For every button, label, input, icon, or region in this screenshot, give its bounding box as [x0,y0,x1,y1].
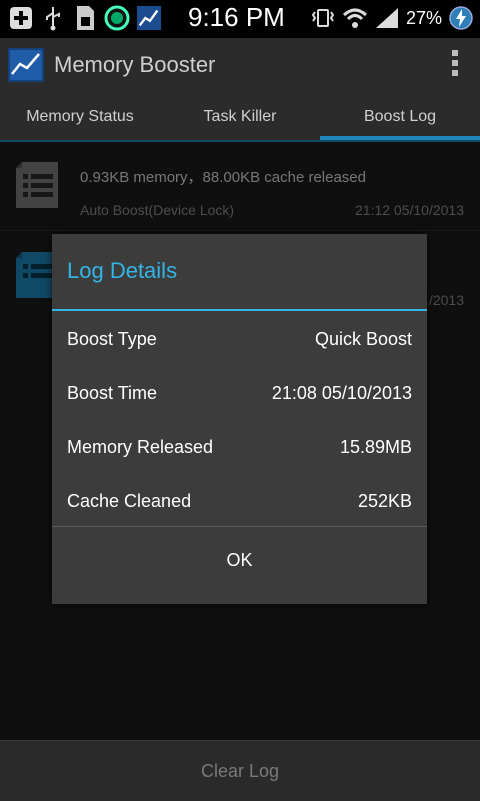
ok-button[interactable]: OK [52,527,427,604]
detail-row-memory-released: Memory Released 15.89MB [67,437,412,467]
circle-app-icon [104,4,130,32]
tab-bar: Memory Status Task Killer Boost Log [0,94,480,142]
status-left-icons [8,4,162,32]
tab-boost-log[interactable]: Boost Log [320,94,480,142]
detail-label: Cache Cleaned [67,491,192,511]
detail-row-cache-cleaned: Cache Cleaned 252KB [67,491,412,521]
tab-memory-status[interactable]: Memory Status [0,94,160,140]
battery-charging-icon [448,4,474,32]
status-bar: 9:16 PM 27% [0,0,480,38]
detail-label: Memory Released [67,437,214,457]
detail-row-boost-time: Boost Time 21:08 05/10/2013 [67,383,412,413]
detail-value: Quick Boost [314,329,412,349]
usb-icon [40,4,66,32]
detail-value: 15.89MB [339,437,412,457]
app-logo-icon[interactable] [8,48,44,82]
dialog-title: Log Details [67,258,178,283]
clear-log-button[interactable]: Clear Log [0,740,480,801]
detail-row-boost-type: Boost Type Quick Boost [67,329,412,359]
battery-percent: 27% [405,7,442,28]
vibrate-icon [310,4,336,32]
clock: 9:16 PM [188,2,285,32]
signal-icon [374,4,400,32]
chart-app-icon [136,4,162,32]
tab-task-killer[interactable]: Task Killer [160,94,320,140]
detail-value: 252KB [357,491,412,511]
wifi-icon [342,4,368,32]
sim-icon [72,4,98,32]
detail-value: 21:08 05/10/2013 [271,383,412,403]
add-icon [8,4,34,32]
app-title: Memory Booster [54,52,216,77]
dialog-title-divider [52,309,427,311]
detail-label: Boost Type [67,329,157,349]
action-bar: Memory Booster [0,38,480,94]
log-details-dialog: Log Details Boost Type Quick Boost Boost… [52,234,427,604]
overflow-menu-icon[interactable] [450,50,460,80]
status-right-icons: 27% [310,4,474,32]
detail-label: Boost Time [67,383,158,403]
